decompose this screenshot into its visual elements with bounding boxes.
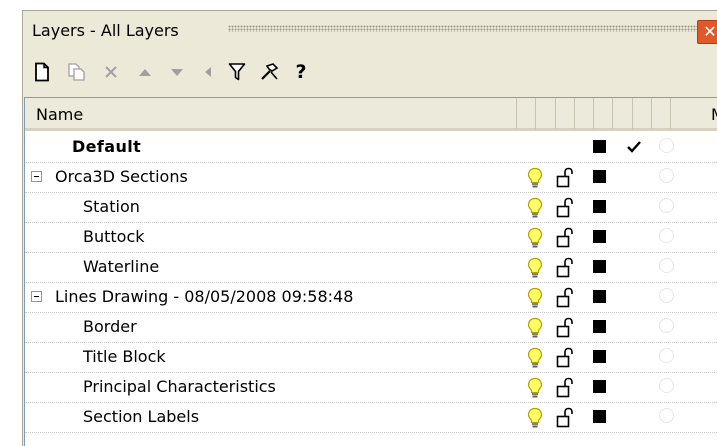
tools-button[interactable] (256, 59, 282, 85)
layer-row[interactable]: Lines Drawing - 08/05/2008 09:58:48 (25, 282, 717, 313)
layer-row[interactable]: Title Block (25, 342, 717, 373)
column-header-linetype[interactable] (575, 98, 594, 131)
layer-radio[interactable] (659, 408, 674, 423)
layer-color-swatch[interactable] (593, 320, 606, 333)
move-down-button[interactable] (164, 59, 190, 85)
lightbulb-icon[interactable] (527, 347, 543, 369)
unlocked-icon[interactable] (556, 317, 575, 339)
unlocked-icon[interactable] (556, 347, 575, 369)
layers-list: Name M Default Orca3D Sections Station Butt… (24, 97, 717, 446)
close-button[interactable]: ✕ (697, 20, 717, 44)
unlocked-icon[interactable] (556, 257, 575, 279)
layer-radio[interactable] (659, 168, 674, 183)
column-header: Name M (25, 98, 717, 132)
unlocked-icon[interactable] (556, 197, 575, 219)
move-left-button[interactable] (195, 59, 221, 85)
layer-name[interactable]: Lines Drawing - 08/05/2008 09:58:48 (55, 287, 353, 307)
layer-color-swatch[interactable] (593, 200, 606, 213)
layer-name[interactable]: Border (83, 317, 137, 337)
lightbulb-icon[interactable] (527, 377, 543, 399)
layer-row[interactable]: Station (25, 192, 717, 223)
lightbulb-icon[interactable] (527, 227, 543, 249)
layer-name[interactable]: Buttock (83, 227, 145, 247)
layer-radio[interactable] (659, 288, 674, 303)
layer-name[interactable]: Default (72, 137, 141, 157)
layer-row[interactable]: Waterline (25, 252, 717, 283)
layer-color-swatch[interactable] (593, 410, 606, 423)
layer-row[interactable]: Buttock (25, 222, 717, 253)
filter-button[interactable] (224, 59, 250, 85)
unlocked-icon[interactable] (556, 167, 575, 189)
new-sublayer-button[interactable] (64, 59, 90, 85)
layer-color-swatch[interactable] (593, 290, 606, 303)
new-sublayer-icon (68, 63, 85, 81)
unlocked-icon[interactable] (556, 377, 575, 399)
layer-color-swatch[interactable] (593, 170, 606, 183)
column-header-truncated-label: M (711, 105, 717, 124)
layer-row[interactable]: Section Labels (25, 402, 717, 433)
lightbulb-icon[interactable] (527, 407, 543, 429)
column-header-name-label: Name (36, 105, 84, 124)
collapse-toggle-icon[interactable] (31, 171, 42, 182)
unlocked-icon[interactable] (556, 407, 575, 429)
layer-name[interactable]: Station (83, 197, 140, 217)
layer-color-swatch[interactable] (593, 140, 606, 153)
new-layer-icon (35, 62, 49, 82)
layer-name[interactable]: Waterline (83, 257, 159, 277)
lightbulb-icon[interactable] (527, 317, 543, 339)
column-header-name[interactable]: Name (25, 98, 517, 131)
panel-titlebar[interactable]: Layers - All Layers ✕ (23, 11, 717, 51)
help-icon: ? (295, 61, 307, 83)
panel-title: Layers - All Layers (32, 21, 179, 40)
unlocked-icon[interactable] (556, 227, 575, 249)
column-header-visible[interactable] (517, 98, 536, 131)
new-layer-button[interactable] (29, 59, 55, 85)
layer-row[interactable]: Principal Characteristics (25, 372, 717, 403)
layer-radio[interactable] (659, 198, 674, 213)
column-header-printwidth[interactable] (613, 98, 633, 131)
move-up-icon (139, 69, 151, 76)
delete-button[interactable] (98, 59, 124, 85)
column-header-lock[interactable] (536, 98, 556, 131)
layer-radio[interactable] (659, 138, 674, 153)
move-down-icon (171, 69, 183, 76)
layer-row[interactable]: Default (25, 132, 717, 163)
column-header-material[interactable] (633, 98, 652, 131)
layer-color-swatch[interactable] (593, 350, 606, 363)
layer-color-swatch[interactable] (593, 230, 606, 243)
tools-icon (261, 63, 279, 80)
layer-radio[interactable] (659, 228, 674, 243)
column-header-extra[interactable] (652, 98, 671, 131)
layer-radio[interactable] (659, 258, 674, 273)
layer-row[interactable]: Orca3D Sections (25, 162, 717, 193)
filter-icon (228, 63, 246, 81)
layer-color-swatch[interactable] (593, 260, 606, 273)
delete-icon (105, 66, 117, 78)
layer-color-swatch[interactable] (593, 380, 606, 393)
move-left-icon (205, 67, 211, 77)
move-up-button[interactable] (132, 59, 158, 85)
layer-radio[interactable] (659, 318, 674, 333)
column-header-truncated[interactable]: M (671, 98, 717, 131)
layers-panel: Layers - All Layers ✕ ? Name Default Orc… (22, 10, 717, 446)
layer-name[interactable]: Title Block (83, 347, 166, 367)
drag-grip[interactable] (228, 25, 698, 32)
layer-name[interactable]: Section Labels (83, 407, 199, 427)
lightbulb-icon[interactable] (527, 287, 543, 309)
layer-radio[interactable] (659, 378, 674, 393)
collapse-toggle-icon[interactable] (31, 291, 42, 302)
layer-row[interactable]: Border (25, 312, 717, 343)
lightbulb-icon[interactable] (527, 257, 543, 279)
layer-name[interactable]: Principal Characteristics (83, 377, 276, 397)
layer-name[interactable]: Orca3D Sections (55, 167, 188, 187)
current-layer-check-icon (627, 141, 641, 153)
layers-toolbar: ? (23, 54, 717, 90)
lightbulb-icon[interactable] (527, 167, 543, 189)
unlocked-icon[interactable] (556, 287, 575, 309)
layer-radio[interactable] (659, 348, 674, 363)
column-header-color[interactable] (556, 98, 575, 131)
lightbulb-icon[interactable] (527, 197, 543, 219)
help-button[interactable]: ? (288, 59, 314, 85)
column-header-printcolor[interactable] (594, 98, 613, 131)
